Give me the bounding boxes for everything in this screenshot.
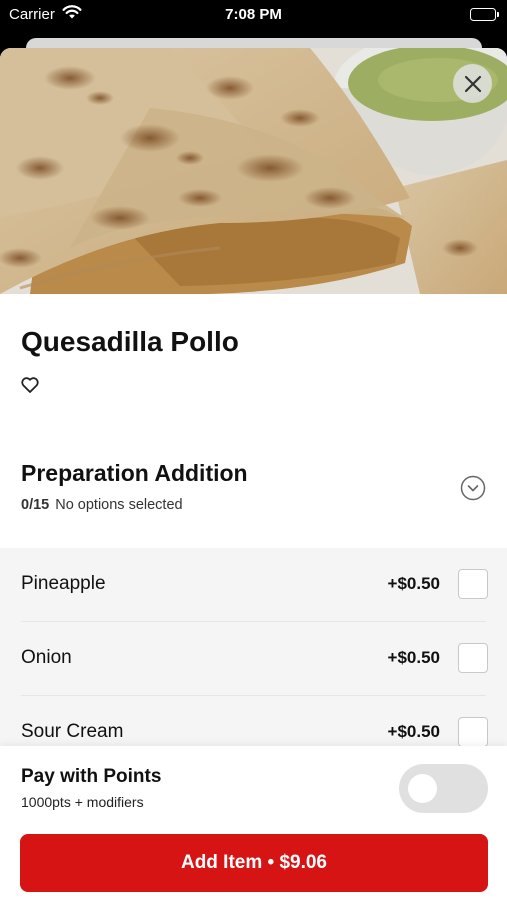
option-name: Sour Cream [21, 721, 124, 742]
chevron-down-circle-icon [460, 475, 486, 501]
battery-icon [470, 8, 499, 21]
option-name: Onion [21, 647, 72, 668]
item-detail-sheet: Quesadilla Pollo Preparation Addition 0/… [0, 48, 507, 900]
option-price: +$0.50 [387, 722, 440, 741]
collapse-toggle-button[interactable] [460, 475, 486, 501]
add-item-button[interactable]: Add Item • $9.06 [20, 834, 488, 892]
heart-icon [21, 377, 39, 393]
checkout-panel: Pay with Points 1000pts + modifiers Add … [0, 746, 507, 900]
status-bar: Carrier 7:08 PM [0, 0, 507, 32]
option-checkbox[interactable] [458, 717, 488, 747]
option-row-onion[interactable]: Onion +$0.50 [0, 622, 507, 696]
option-price: +$0.50 [387, 648, 440, 667]
modifier-group-title: Preparation Addition [21, 460, 248, 486]
option-row-pineapple[interactable]: Pineapple +$0.50 [0, 548, 507, 622]
favorite-button[interactable] [20, 375, 40, 395]
close-icon [464, 75, 481, 92]
option-name: Pineapple [21, 573, 106, 594]
options-list: Pineapple +$0.50 Onion +$0.50 Sour Cream… [0, 548, 507, 758]
toggle-knob [408, 774, 437, 803]
points-title: Pay with Points [21, 766, 162, 787]
clock: 7:08 PM [225, 6, 282, 23]
pay-with-points-toggle[interactable] [399, 764, 488, 813]
item-photo [0, 48, 507, 294]
option-price: +$0.50 [387, 574, 440, 593]
item-title: Quesadilla Pollo [21, 326, 239, 357]
modifier-group-status: 0/15 No options selected [21, 497, 183, 513]
option-checkbox[interactable] [458, 569, 488, 599]
selection-status: No options selected [55, 497, 183, 513]
close-button[interactable] [453, 64, 492, 103]
selection-count: 0/15 [21, 497, 50, 513]
option-checkbox[interactable] [458, 643, 488, 673]
points-subtitle: 1000pts + modifiers [21, 794, 144, 810]
